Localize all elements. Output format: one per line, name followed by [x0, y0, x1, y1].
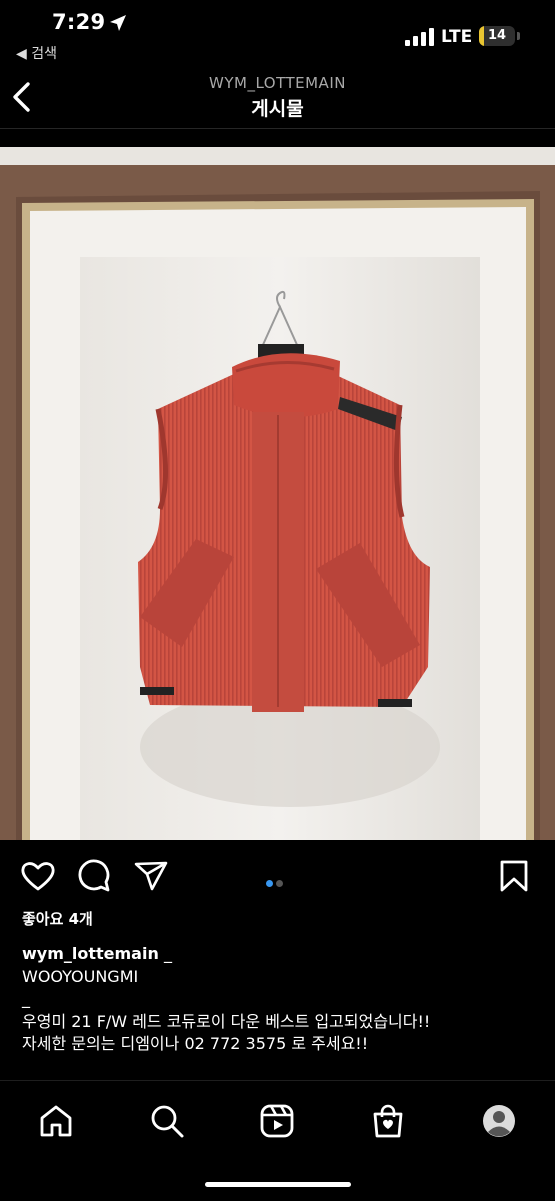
comment-icon[interactable] [77, 859, 111, 893]
carousel-indicator [266, 872, 286, 891]
network-type: LTE [441, 27, 473, 47]
battery-tip [517, 32, 520, 40]
battery-indicator: 14 [479, 26, 515, 46]
page-title: 게시물 [251, 98, 304, 120]
heart-icon[interactable] [20, 860, 56, 892]
status-time: 7:29 [52, 10, 106, 34]
location-arrow-icon [110, 15, 126, 31]
shop-icon[interactable] [370, 1103, 406, 1139]
caption-separator: _ [22, 989, 30, 1008]
cellular-signal-icon [405, 28, 434, 46]
likes-count[interactable]: 좋아요 4개 [22, 908, 93, 929]
reels-icon[interactable] [259, 1103, 295, 1139]
header-username: WYM_LOTTEMAIN [209, 74, 346, 92]
caption-line1-rest: _ [158, 944, 172, 963]
caption-description: 우영미 21 F/W 레드 코듀로이 다운 베스트 입고되었습니다!! [22, 1011, 431, 1031]
post-caption: wym_lottemain _ WOOYOUNGMI _ 우영미 21 F/W … [22, 943, 542, 1056]
carousel-dot [276, 880, 283, 887]
caption-contact: 자세한 문의는 디엠이나 02 772 3575 로 주세요!! [22, 1034, 369, 1053]
status-bar: 7:29 ◀ 검색 LTE 14 [0, 0, 555, 62]
share-icon[interactable] [133, 860, 169, 892]
home-indicator[interactable] [205, 1182, 351, 1187]
home-icon[interactable] [38, 1103, 74, 1139]
post-header: WYM_LOTTEMAIN 게시물 [0, 66, 555, 129]
battery-level: 14 [487, 28, 507, 43]
back-to-search-link[interactable]: ◀ 검색 [16, 43, 57, 63]
post-image[interactable] [0, 147, 555, 840]
post-actions [0, 852, 555, 898]
caption-brand: WOOYOUNGMI [22, 966, 139, 986]
profile-icon[interactable] [481, 1103, 517, 1139]
vest-photo [0, 147, 555, 840]
bookmark-icon[interactable] [499, 859, 529, 893]
carousel-dot [266, 880, 273, 887]
caption-username[interactable]: wym_lottemain [22, 944, 159, 963]
search-icon[interactable] [149, 1103, 185, 1139]
